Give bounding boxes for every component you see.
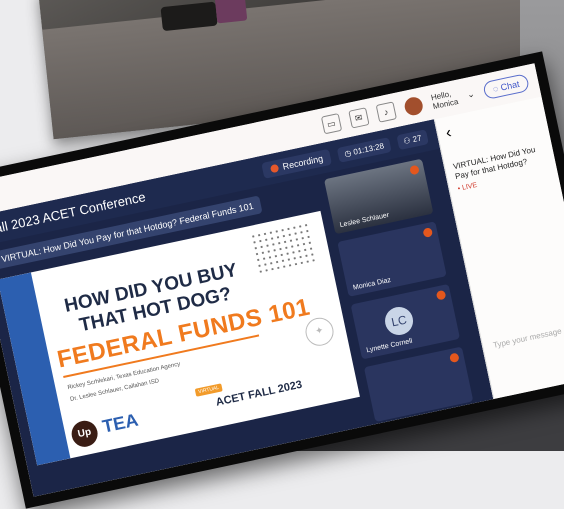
up-logo-icon: Up xyxy=(69,418,101,450)
participant-count[interactable]: ⚇ 27 xyxy=(395,128,429,150)
participant-name: Lynette Cornell xyxy=(365,337,414,355)
chat-icon: ◌ xyxy=(492,83,500,95)
participant-name: Monica Diaz xyxy=(352,276,392,292)
record-dot-icon xyxy=(270,163,280,174)
participant-count-value: 27 xyxy=(411,132,423,144)
elapsed-timer: ◷ 01:13:28 xyxy=(336,136,392,163)
participant-name: Leslee Schlauer xyxy=(339,211,390,230)
people-icon: ⚇ xyxy=(402,135,412,146)
recording-label: Recording xyxy=(281,153,324,172)
mic-muted-icon xyxy=(422,227,434,238)
back-arrow-icon[interactable]: ‹ xyxy=(444,124,453,142)
message-icon[interactable]: ✉ xyxy=(348,107,370,129)
participant-initials: LC xyxy=(382,304,416,338)
event-label: ACET FALL 2023 xyxy=(214,378,304,409)
chevron-down-icon[interactable]: ⌄ xyxy=(466,88,476,100)
chat-input[interactable]: Type your message xyxy=(492,327,562,350)
participant-tile[interactable]: Monica Diaz xyxy=(337,221,447,297)
chat-label: Chat xyxy=(499,78,521,93)
live-label: LIVE xyxy=(461,181,478,192)
document-icon[interactable]: ▭ xyxy=(320,113,342,135)
slide-dot-pattern xyxy=(249,221,317,274)
mic-muted-icon xyxy=(435,289,447,301)
avatar[interactable] xyxy=(402,95,425,117)
mic-muted-icon xyxy=(409,164,420,176)
tea-logo: TEA xyxy=(100,409,140,437)
recording-indicator[interactable]: Recording xyxy=(261,148,333,179)
mic-muted-icon xyxy=(449,352,460,364)
participant-tile[interactable]: LC Lynette Cornell xyxy=(350,283,461,360)
phone-device xyxy=(213,0,248,24)
chat-button[interactable]: ◌ Chat xyxy=(482,73,531,101)
elapsed-time: 01:13:28 xyxy=(352,140,385,157)
virtual-badge: VIRTUAL xyxy=(194,383,223,397)
clock-icon: ◷ xyxy=(343,147,353,159)
user-greeting: Hello, Monica xyxy=(430,88,459,111)
bell-icon[interactable]: ♪ xyxy=(375,101,397,123)
participant-tile[interactable]: Leslee Schlauer xyxy=(323,158,434,235)
participant-tile[interactable] xyxy=(363,346,474,423)
